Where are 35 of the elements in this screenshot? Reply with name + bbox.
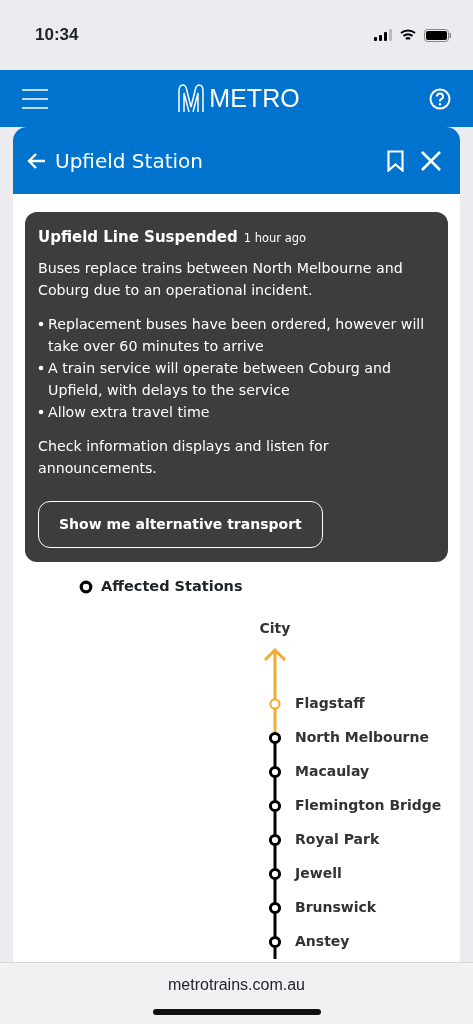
station-marker-icon [79, 579, 93, 594]
alert-time: 1 hour ago [243, 230, 307, 247]
bullet-text: A train service will operate between Coburg and Upfield, with delays to the service [48, 359, 392, 400]
close-icon[interactable] [420, 149, 442, 172]
alert-title: Upfield Line Suspended [38, 227, 238, 248]
direction-label: City [258, 618, 292, 638]
station-name: Macaulay [295, 762, 370, 782]
bookmark-icon[interactable] [387, 149, 404, 172]
alternative-transport-button[interactable]: Show me alternative transport [38, 501, 323, 548]
wifi-icon [400, 29, 416, 41]
back-icon[interactable] [27, 151, 47, 170]
station-name: Jewell [295, 864, 342, 884]
panel-title: Upfield Station [55, 147, 204, 175]
bullet-icon [38, 321, 44, 327]
bullet-icon [38, 365, 44, 371]
url-text: metrotrains.com.au [168, 975, 305, 995]
bullet-text: Replacement buses have been ordered, however will take over 60 minutes to arrive [48, 315, 426, 356]
clock-time: 10:34 [35, 24, 79, 47]
station-name: North Melbourne [295, 728, 429, 748]
station-name: Royal Park [295, 830, 380, 850]
battery-icon [424, 28, 451, 42]
station-name: Anstey [295, 932, 350, 952]
bullet-text: Allow extra travel time [48, 403, 210, 422]
brand-name: METRO [209, 82, 300, 114]
station-name: Brunswick [295, 898, 377, 918]
signal-icon [374, 29, 392, 41]
bullet-icon [38, 409, 44, 415]
alert-text: Check information displays and listen for announcements. [38, 437, 330, 478]
alert-text: Buses replace trains between North Melbourne and Coburg due to an operational incident. [38, 259, 404, 300]
logo-icon [177, 83, 206, 114]
legend-label: Affected Stations [101, 577, 243, 596]
station-name: Flemington Bridge [295, 796, 442, 816]
help-icon[interactable] [429, 87, 451, 110]
station-name: Flagstaff [295, 694, 365, 714]
menu-icon[interactable] [22, 88, 48, 109]
